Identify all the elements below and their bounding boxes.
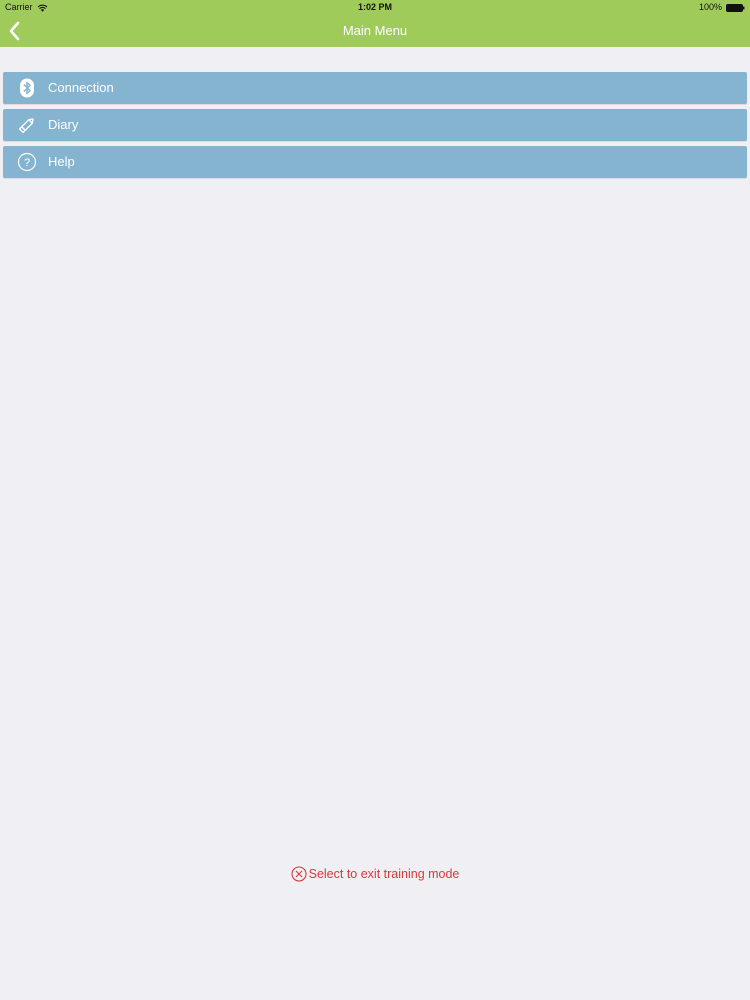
battery-icon: [726, 3, 745, 12]
menu-item-help[interactable]: ? Help: [3, 146, 747, 178]
nav-bar: Main Menu: [0, 15, 750, 47]
exit-training-button[interactable]: Select to exit training mode: [0, 864, 750, 884]
exit-training-label: Select to exit training mode: [308, 867, 460, 881]
close-circle-icon: [291, 866, 307, 882]
app-screen: Carrier 1:02 PM 100% Main Menu Connectio…: [0, 0, 750, 1000]
menu-item-connection[interactable]: Connection: [3, 72, 747, 104]
question-circle-icon: ?: [17, 152, 37, 172]
svg-text:?: ?: [24, 157, 30, 169]
header: Carrier 1:02 PM 100% Main Menu: [0, 0, 750, 47]
main-menu: Connection Diary ? Help: [3, 72, 747, 183]
battery-percent: 100%: [698, 2, 722, 12]
menu-item-diary[interactable]: Diary: [3, 109, 747, 141]
status-right: 100%: [699, 0, 745, 15]
pencil-icon: [17, 115, 37, 135]
status-bar: Carrier 1:02 PM 100%: [0, 0, 750, 15]
menu-item-label: Connection: [48, 80, 114, 95]
menu-item-label: Help: [48, 154, 75, 169]
status-time: 1:02 PM: [357, 2, 392, 12]
bluetooth-icon: [17, 78, 37, 98]
menu-item-label: Diary: [48, 117, 79, 132]
page-title: Main Menu: [342, 23, 408, 38]
